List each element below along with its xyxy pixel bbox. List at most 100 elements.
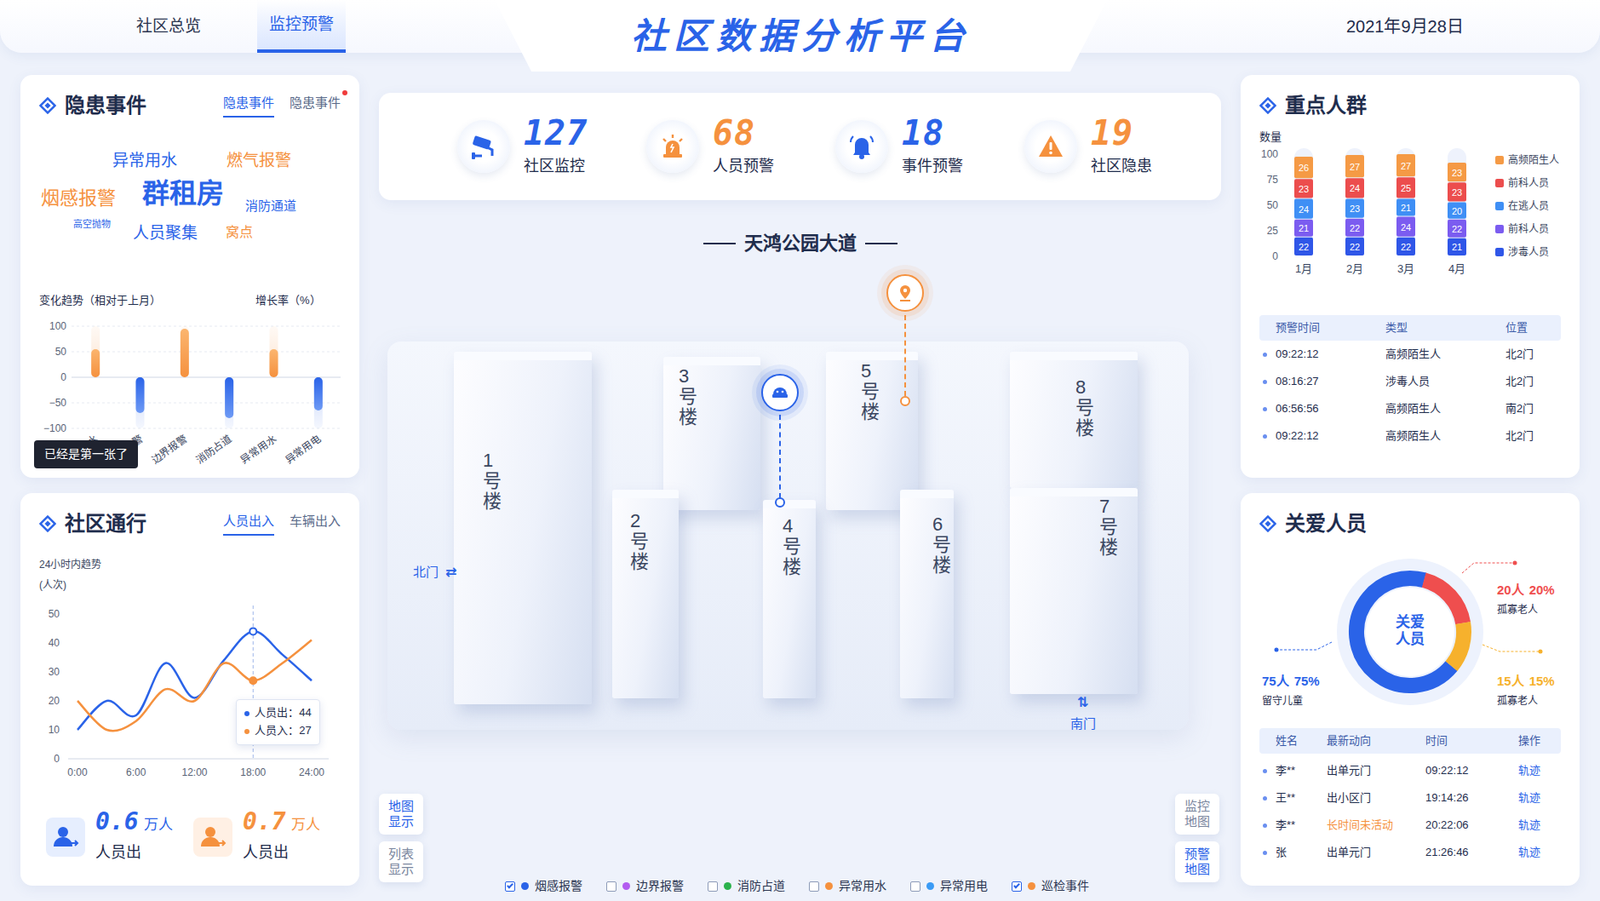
bar-segment (1447, 219, 1467, 238)
building-label: 1号楼 (482, 450, 502, 513)
legend-item[interactable]: 巡检事件 (1011, 877, 1090, 895)
legend-item[interactable]: 消防占道 (707, 877, 786, 895)
bell-icon (847, 131, 877, 161)
legend-item[interactable]: 烟感报警 (504, 877, 583, 895)
legend-label: 在逃人员 (1508, 200, 1549, 213)
community-map: 天鸿公园大道 3号楼 5号楼 8号楼 1号楼 2号楼 4号楼 6号楼 7号楼 北门⇄ 南门⇅ 地图显示… (378, 200, 1222, 901)
table-header: 预警时间类型位置 (1259, 315, 1561, 341)
legend-checkbox[interactable] (910, 881, 921, 892)
summary-label: 人员出 (95, 841, 173, 865)
track-link[interactable]: 轨迹 (1518, 762, 1561, 780)
stat-text: 18事件预警 (901, 115, 964, 178)
building[interactable]: 1号楼 (453, 351, 592, 705)
tab-label: 隐患事件 (223, 95, 275, 110)
track-link[interactable]: 轨迹 (1518, 843, 1561, 861)
panel-tab[interactable]: 车辆出入 (289, 511, 341, 536)
table-row[interactable]: 09:22:12高频陌生人北2门 (1259, 422, 1561, 450)
cloud-word[interactable]: 群租房 (142, 177, 224, 210)
table-row[interactable]: 06:56:56高频陌生人南2门 (1259, 395, 1561, 423)
map-pin[interactable] (761, 373, 799, 412)
pin-line (904, 315, 907, 396)
legend-swatch (1495, 224, 1504, 234)
legend-item[interactable]: 异常用电 (910, 877, 988, 895)
cloud-word[interactable]: 消防通道 (245, 198, 297, 214)
legend-item[interactable]: 异常用水 (808, 877, 887, 895)
panel-tab[interactable]: 人员出入 (223, 511, 275, 536)
table-row[interactable]: 李**出单元门09:22:12轨迹 (1259, 756, 1561, 785)
bar-segment (1345, 218, 1365, 237)
map-pin[interactable] (886, 274, 924, 312)
legend-checkbox[interactable] (1011, 881, 1022, 892)
gate-label[interactable]: 北门⇄ (412, 562, 457, 583)
bar-track (1294, 148, 1314, 257)
chart-title: 变化趋势（相对于上月） (39, 292, 256, 310)
donut-chart-area: 关爱人员75人75%留守儿童20人20%孤寡老人15人15%孤寡老人 (1259, 545, 1561, 717)
cloud-word[interactable]: 烟感报警 (40, 187, 116, 210)
axis-tick: 100 (49, 320, 67, 333)
axis-tick: 0 (53, 752, 60, 765)
track-link[interactable]: 轨迹 (1518, 789, 1561, 807)
road-name: 天鸿公园大道 (744, 229, 857, 258)
header-tab[interactable]: 社区总览 (124, 0, 213, 53)
panel-tab[interactable]: 隐患事件 (223, 93, 275, 118)
pin-line (779, 414, 781, 499)
row-dot (1262, 352, 1268, 357)
cloud-word[interactable]: 高空抛物 (73, 218, 111, 230)
axis-title: 数量 (1259, 129, 1561, 145)
axis-tick: 100 (1261, 148, 1279, 161)
legend-item[interactable]: 边界报警 (606, 877, 684, 895)
table-row[interactable]: 08:16:27涉毒人员北2门 (1259, 367, 1561, 396)
segment-label: 20人20%孤寡老人 (1496, 580, 1555, 618)
segment-value: 23 (1349, 203, 1360, 214)
panel-header: 社区通行人员出入车辆出入 (39, 508, 341, 540)
axis-tick: 24:00 (298, 766, 325, 779)
traffic-panel: 社区通行人员出入车辆出入24小时内趋势(人次)504030201000:006:… (20, 493, 360, 886)
tooltip-row: 人员入：27 (244, 722, 311, 740)
map-view-button[interactable]: 列表显示 (378, 841, 424, 883)
legend-checkbox[interactable] (504, 881, 516, 892)
table-row[interactable]: 张出单元门21:26:46轨迹 (1259, 838, 1561, 866)
category-label: 异常用水 (238, 431, 279, 465)
segment-label: 15人15%孤寡老人 (1496, 671, 1555, 709)
table-cell: 南2门 (1505, 400, 1561, 418)
building[interactable]: 7号楼 (1009, 487, 1138, 694)
building[interactable]: 8号楼 (1009, 351, 1138, 488)
monitor-icon (769, 382, 791, 403)
track-link[interactable]: 轨迹 (1518, 816, 1561, 834)
bar-segment (1396, 177, 1416, 198)
donut-chart (1259, 545, 1561, 717)
cloud-word[interactable]: 窝点 (225, 223, 253, 241)
segment-count: 15人 (1496, 671, 1525, 692)
grid-line (71, 325, 341, 327)
category-label: 消防占道 (193, 431, 235, 466)
legend-checkbox[interactable] (808, 881, 820, 892)
panel-tab[interactable]: 隐患事件 (289, 93, 341, 118)
header: 社区总览监控预警社区数据分析平台2021年9月28日 (0, 0, 1600, 53)
map-view-button[interactable]: 监控地图 (1175, 793, 1220, 835)
axis-tick: 12:00 (181, 766, 207, 779)
table-row[interactable]: 李**长时间未活动20:22:06轨迹 (1259, 811, 1561, 839)
gate-label[interactable]: 南门⇅ (1070, 692, 1096, 735)
building-label: 5号楼 (860, 361, 880, 424)
table-row[interactable]: 09:22:12高频陌生人北2门 (1259, 340, 1561, 368)
bar-fill (136, 377, 145, 413)
building[interactable]: 2号楼 (612, 489, 679, 699)
cloud-word[interactable]: 异常用水 (112, 151, 178, 172)
legend-dot (1027, 882, 1036, 890)
person-name: 王** (1275, 789, 1327, 807)
legend-dot (622, 882, 631, 890)
legend-checkbox[interactable] (707, 881, 718, 892)
building[interactable]: 4号楼 (762, 499, 816, 699)
map-view-button[interactable]: 地图显示 (378, 793, 424, 835)
cloud-word[interactable]: 燃气报警 (226, 151, 292, 172)
map-view-button[interactable]: 预警地图 (1175, 841, 1220, 883)
month-label: 1月 (1295, 262, 1313, 276)
segment-value: 21 (1451, 241, 1463, 253)
cloud-word[interactable]: 人员聚集 (132, 223, 198, 244)
building[interactable]: 3号楼 (663, 356, 761, 511)
building[interactable]: 6号楼 (900, 489, 954, 699)
bar-track (224, 377, 234, 429)
table-row[interactable]: 王**出小区门19:14:26轨迹 (1259, 784, 1561, 812)
header-tab[interactable]: 监控预警 (257, 0, 346, 53)
legend-checkbox[interactable] (606, 881, 617, 892)
